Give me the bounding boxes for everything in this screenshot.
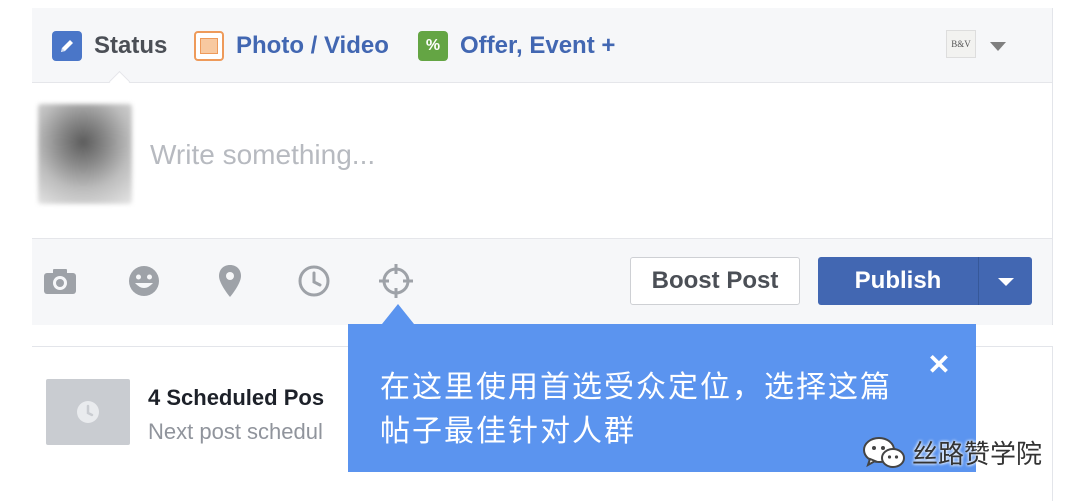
composer-tabs: Status Photo / Video % Offer, Event + B&… [32,8,1052,83]
close-icon[interactable]: ✕ [924,350,954,380]
boost-post-button[interactable]: Boost Post [630,257,800,305]
composer-toolbar: Boost Post Publish [32,238,1052,325]
chevron-down-icon [998,278,1014,286]
pencil-icon [52,31,82,61]
tab-status-label: Status [94,32,168,59]
wechat-watermark: 丝路赞学院 [862,434,1042,471]
tab-offer-event-label: Offer, Event + [460,32,616,59]
tooltip-text: 在这里使用首选受众定位，选择这篇帖子最佳针对人群 [380,370,892,449]
wechat-icon [863,436,905,468]
chevron-down-icon[interactable] [990,42,1006,51]
page-avatar[interactable]: B&V [946,30,976,58]
tab-photo-video-label: Photo / Video [236,32,389,59]
post-text-input[interactable] [148,132,852,178]
camera-icon[interactable] [40,259,80,303]
tab-status[interactable]: Status [52,30,167,62]
tab-photo-video[interactable]: Photo / Video [194,30,389,62]
user-avatar [38,104,132,204]
clock-icon [77,401,99,423]
publish-options-button[interactable] [978,257,1032,305]
scheduled-posts-title: 4 Scheduled Pos [148,385,325,410]
tooltip-arrow [382,304,414,324]
post-composer: Status Photo / Video % Offer, Event + B&… [32,8,1053,325]
scheduled-clock-tile [46,379,130,445]
crosshair-icon[interactable] [376,259,416,303]
photo-icon [194,31,224,61]
emoji-icon[interactable] [124,259,164,303]
clock-icon[interactable] [294,259,334,303]
tab-offer-event[interactable]: % Offer, Event + [418,30,615,62]
offer-icon: % [418,31,448,61]
location-pin-icon[interactable] [210,259,250,303]
scheduled-posts-subtitle: Next post schedul [148,419,323,444]
publish-button[interactable]: Publish [818,257,978,305]
watermark-text: 丝路赞学院 [912,440,1043,470]
